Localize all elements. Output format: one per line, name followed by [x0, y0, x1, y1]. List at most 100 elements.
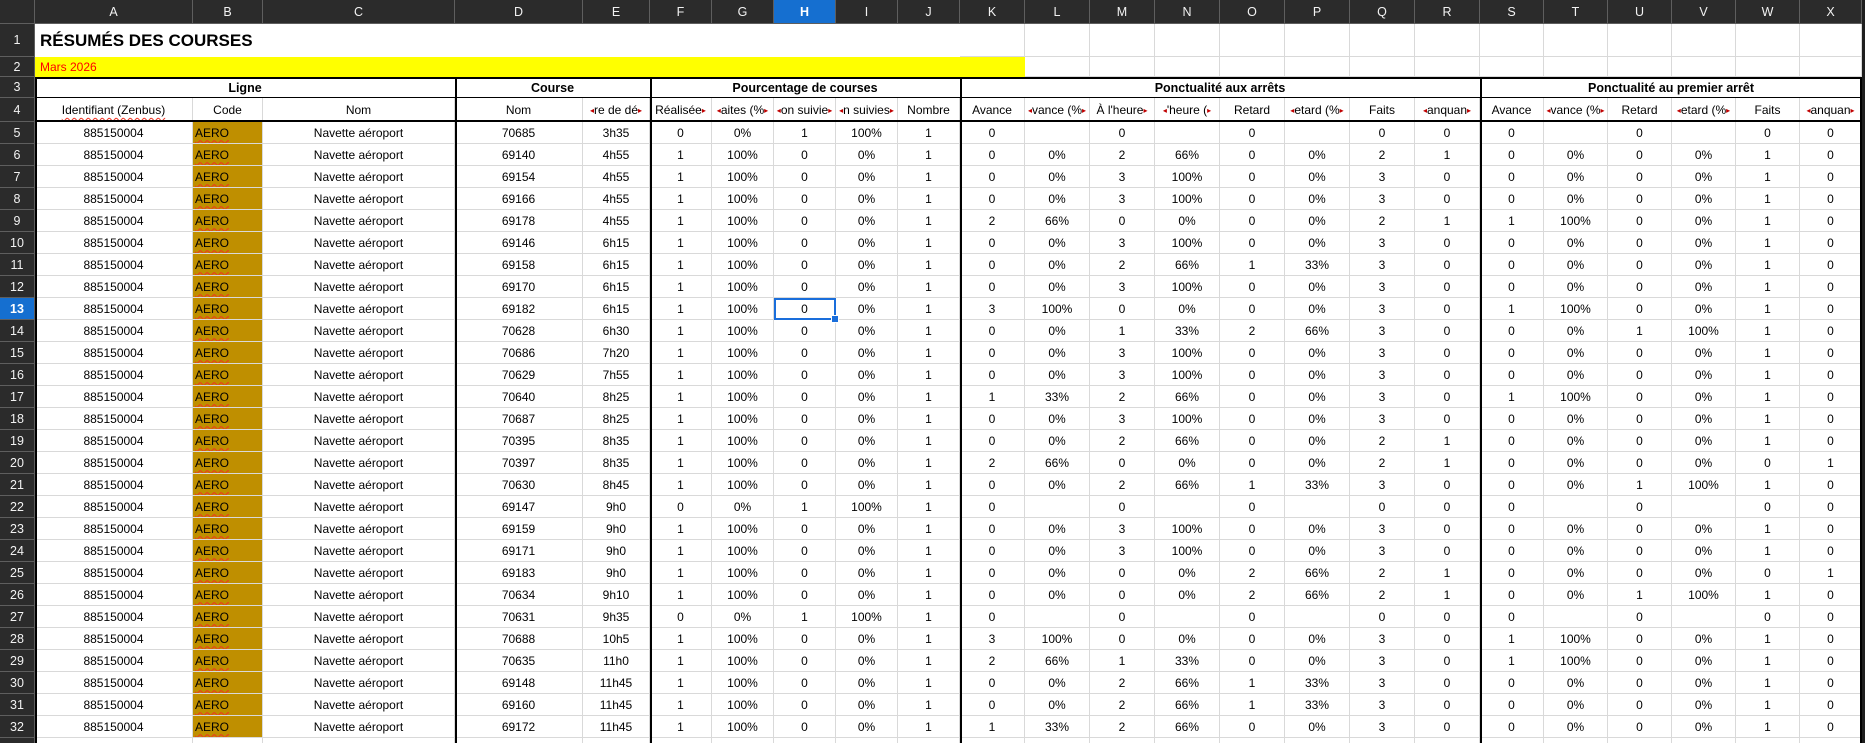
cell-X22[interactable]: 0	[1800, 496, 1862, 518]
cell-S5[interactable]: 0	[1480, 122, 1544, 144]
cell-X26[interactable]: 0	[1800, 584, 1862, 606]
cell-D15[interactable]: 70686	[455, 342, 583, 364]
cell-U8[interactable]: 0	[1608, 188, 1672, 210]
column-header-Q4[interactable]: Faits	[1350, 98, 1415, 122]
column-header-J4[interactable]: Nombre	[898, 98, 960, 122]
cell-I13[interactable]: 0%	[836, 298, 898, 320]
cell-V14[interactable]: 100%	[1672, 320, 1736, 342]
cell-B20[interactable]: AERO	[193, 452, 263, 474]
cell-I12[interactable]: 0%	[836, 276, 898, 298]
cell-O30[interactable]: 1	[1220, 672, 1285, 694]
cell-I18[interactable]: 0%	[836, 408, 898, 430]
cell-S10[interactable]: 0	[1480, 232, 1544, 254]
cell-E21[interactable]: 8h45	[583, 474, 650, 496]
cell-U5[interactable]: 0	[1608, 122, 1672, 144]
cell-F8[interactable]: 1	[650, 188, 712, 210]
cell-P6[interactable]: 0%	[1285, 144, 1350, 166]
cell-P32[interactable]: 0%	[1285, 716, 1350, 738]
row-header-20[interactable]: 20	[0, 452, 35, 474]
cell-H7[interactable]: 0	[774, 166, 836, 188]
cell-F11[interactable]: 1	[650, 254, 712, 276]
cell-J12[interactable]: 1	[898, 276, 960, 298]
cell-T8[interactable]: 0%	[1544, 188, 1608, 210]
cell-H14[interactable]: 0	[774, 320, 836, 342]
cell-I9[interactable]: 0%	[836, 210, 898, 232]
cell-W2[interactable]	[1736, 57, 1800, 77]
column-header-U4[interactable]: Retard	[1608, 98, 1672, 122]
cell-C10[interactable]: Navette aéroport	[263, 232, 455, 254]
cell-R21[interactable]: 0	[1415, 474, 1480, 496]
row-header-24[interactable]: 24	[0, 540, 35, 562]
cell-U24[interactable]: 0	[1608, 540, 1672, 562]
cell-M27[interactable]: 0	[1090, 606, 1155, 628]
cell-B19[interactable]: AERO	[193, 430, 263, 452]
cell-P15[interactable]: 0%	[1285, 342, 1350, 364]
cell-L7[interactable]: 0%	[1025, 166, 1090, 188]
cell-D22[interactable]: 69147	[455, 496, 583, 518]
column-header-P4[interactable]: ◂ etard (% ▸	[1285, 98, 1350, 122]
cell-E5[interactable]: 3h35	[583, 122, 650, 144]
cell-O21[interactable]: 1	[1220, 474, 1285, 496]
cell-C22[interactable]: Navette aéroport	[263, 496, 455, 518]
cell-K1[interactable]	[960, 24, 1025, 57]
cell-B30[interactable]: AERO	[193, 672, 263, 694]
cell-D8[interactable]: 69166	[455, 188, 583, 210]
cell-A5[interactable]: 885150004	[35, 122, 193, 144]
cell-L20[interactable]: 66%	[1025, 452, 1090, 474]
cell-P19[interactable]: 0%	[1285, 430, 1350, 452]
cell-S9[interactable]: 1	[1480, 210, 1544, 232]
cell-T33[interactable]	[1544, 738, 1608, 743]
cell-S26[interactable]: 0	[1480, 584, 1544, 606]
cell-G17[interactable]: 100%	[712, 386, 774, 408]
cell-K9[interactable]: 2	[960, 210, 1025, 232]
cell-V32[interactable]: 0%	[1672, 716, 1736, 738]
cell-V25[interactable]: 0%	[1672, 562, 1736, 584]
column-header-H4[interactable]: ◂ on suivie ▸	[774, 98, 836, 122]
cell-K25[interactable]: 0	[960, 562, 1025, 584]
cell-U33[interactable]	[1608, 738, 1672, 743]
cell-L8[interactable]: 0%	[1025, 188, 1090, 210]
cell-V28[interactable]: 0%	[1672, 628, 1736, 650]
cell-S20[interactable]: 0	[1480, 452, 1544, 474]
cell-G14[interactable]: 100%	[712, 320, 774, 342]
cell-P28[interactable]: 0%	[1285, 628, 1350, 650]
cell-B16[interactable]: AERO	[193, 364, 263, 386]
subtitle-cell[interactable]: Mars 2026	[35, 57, 1025, 77]
cell-J20[interactable]: 1	[898, 452, 960, 474]
cell-D6[interactable]: 69140	[455, 144, 583, 166]
cell-N23[interactable]: 100%	[1155, 518, 1220, 540]
cell-C31[interactable]: Navette aéroport	[263, 694, 455, 716]
cell-G26[interactable]: 100%	[712, 584, 774, 606]
cell-S15[interactable]: 0	[1480, 342, 1544, 364]
cell-M23[interactable]: 3	[1090, 518, 1155, 540]
cell-X7[interactable]: 0	[1800, 166, 1862, 188]
cell-G6[interactable]: 100%	[712, 144, 774, 166]
cell-R14[interactable]: 0	[1415, 320, 1480, 342]
cell-V19[interactable]: 0%	[1672, 430, 1736, 452]
cell-K21[interactable]: 0	[960, 474, 1025, 496]
cell-S11[interactable]: 0	[1480, 254, 1544, 276]
cell-U16[interactable]: 0	[1608, 364, 1672, 386]
cell-E19[interactable]: 8h35	[583, 430, 650, 452]
cell-C28[interactable]: Navette aéroport	[263, 628, 455, 650]
cell-M8[interactable]: 3	[1090, 188, 1155, 210]
cell-P8[interactable]: 0%	[1285, 188, 1350, 210]
cell-M30[interactable]: 2	[1090, 672, 1155, 694]
cell-C11[interactable]: Navette aéroport	[263, 254, 455, 276]
cell-I33[interactable]	[836, 738, 898, 743]
cell-I19[interactable]: 0%	[836, 430, 898, 452]
cell-A30[interactable]: 885150004	[35, 672, 193, 694]
row-header-4[interactable]: 4	[0, 98, 35, 122]
cell-I32[interactable]: 0%	[836, 716, 898, 738]
cell-J11[interactable]: 1	[898, 254, 960, 276]
cell-A8[interactable]: 885150004	[35, 188, 193, 210]
col-header-F[interactable]: F	[650, 0, 712, 24]
cell-J24[interactable]: 1	[898, 540, 960, 562]
cell-C29[interactable]: Navette aéroport	[263, 650, 455, 672]
cell-O27[interactable]: 0	[1220, 606, 1285, 628]
cell-O25[interactable]: 2	[1220, 562, 1285, 584]
cell-E9[interactable]: 4h55	[583, 210, 650, 232]
cell-T1[interactable]	[1544, 24, 1608, 57]
cell-F33[interactable]	[650, 738, 712, 743]
cell-H23[interactable]: 0	[774, 518, 836, 540]
